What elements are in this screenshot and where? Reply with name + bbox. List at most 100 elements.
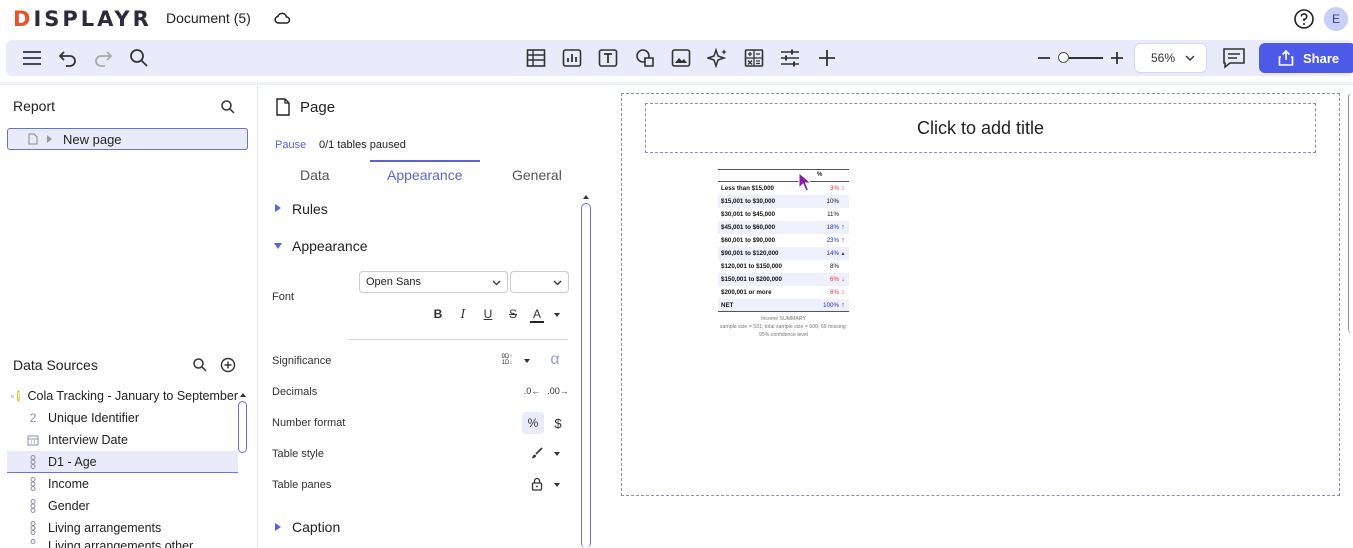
collapse-appearance-icon[interactable] xyxy=(274,243,282,249)
chevron-down-icon xyxy=(492,280,501,286)
share-button[interactable]: Share xyxy=(1259,43,1353,73)
lock-icon[interactable] xyxy=(531,477,543,491)
menu-icon[interactable] xyxy=(21,47,43,69)
table-style-chevron-icon[interactable] xyxy=(554,452,560,456)
data-sources-scrollbar[interactable] xyxy=(238,401,247,453)
expand-rules-icon[interactable] xyxy=(275,204,281,212)
table-row[interactable]: $30,001 to $45,000 11% xyxy=(718,208,849,221)
font-color-button[interactable]: A xyxy=(530,307,544,323)
text-box-icon[interactable] xyxy=(597,47,619,69)
redo-icon[interactable] xyxy=(92,47,114,69)
page-canvas[interactable]: Click to add title % Less than $15,000 3%… xyxy=(621,93,1340,496)
variable-income[interactable]: Income xyxy=(7,473,238,495)
italic-button[interactable]: I xyxy=(456,307,470,321)
user-avatar[interactable]: E xyxy=(1324,7,1348,31)
row-value: 11% xyxy=(827,211,839,218)
image-icon[interactable] xyxy=(670,47,692,69)
dataset-label: Cola Tracking - January to September xyxy=(27,389,238,403)
zoom-in-icon[interactable] xyxy=(1109,47,1125,69)
variable-unique-identifier[interactable]: 2 Unique Identifier xyxy=(7,407,238,429)
calculation-icon[interactable] xyxy=(743,47,765,69)
table-row[interactable]: $120,001 to $150,000 8% xyxy=(718,260,849,273)
tab-general[interactable]: General xyxy=(512,167,562,183)
title-placeholder[interactable]: Click to add title xyxy=(645,103,1316,153)
table-row[interactable]: $200,001 or more 6% ↓ xyxy=(718,286,849,299)
add-icon[interactable] xyxy=(816,47,838,69)
significance-format-icon[interactable]: 9D↑ 1D↓ xyxy=(500,353,514,367)
report-search-icon[interactable] xyxy=(220,99,236,115)
chart-icon[interactable] xyxy=(561,47,583,69)
down-arrow-icon: ↓ xyxy=(841,289,845,296)
sparkle-ai-icon[interactable] xyxy=(707,47,729,69)
section-rules[interactable]: Rules xyxy=(292,201,328,217)
help-icon[interactable] xyxy=(1293,8,1315,30)
variable-label: D1 - Age xyxy=(48,454,97,469)
zoom-level-select[interactable]: 56% xyxy=(1134,43,1207,73)
filter-sliders-icon[interactable] xyxy=(779,47,801,69)
row-label: $150,001 to $200,000 xyxy=(721,276,782,283)
alpha-icon[interactable]: α xyxy=(547,351,563,369)
font-size-select[interactable] xyxy=(510,271,569,293)
table-row[interactable]: $60,001 to $90,000 23% ↑ xyxy=(718,234,849,247)
section-appearance[interactable]: Appearance xyxy=(292,238,368,254)
undo-icon[interactable] xyxy=(57,47,79,69)
data-source-dataset[interactable]: ! Cola Tracking - January to September xyxy=(7,385,238,407)
displayr-logo[interactable]: D ISPLAYR xyxy=(13,7,152,31)
font-family-select[interactable]: Open Sans xyxy=(359,271,508,293)
currency-format-button[interactable]: $ xyxy=(552,415,564,431)
font-color-chevron-icon[interactable] xyxy=(554,313,560,317)
table-icon[interactable] xyxy=(525,47,547,69)
properties-scrollbar[interactable] xyxy=(581,203,591,548)
variable-living-arrangements[interactable]: Living arrangements xyxy=(7,517,238,539)
cloud-icon[interactable] xyxy=(273,10,291,26)
table-row[interactable]: $90,001 to $120,000 14% ▲ xyxy=(718,247,849,260)
row-value: 23% xyxy=(826,237,839,244)
table-row[interactable]: $45,001 to $60,000 18% ↑ xyxy=(718,221,849,234)
warning-icon[interactable]: ! xyxy=(17,390,21,402)
add-data-source-icon[interactable] xyxy=(220,357,236,373)
scroll-up-icon[interactable] xyxy=(240,393,246,397)
table-row[interactable]: Less than $15,000 3% ↓ xyxy=(718,182,849,195)
pause-link[interactable]: Pause xyxy=(275,139,306,151)
document-title[interactable]: Document (5) xyxy=(166,10,251,26)
left-panel: Report New page Data Sources ! Cola Trac… xyxy=(0,85,258,548)
table-row[interactable]: $15,001 to $30,000 10% xyxy=(718,195,849,208)
table-row[interactable]: $150,001 to $200,000 6% ↓ xyxy=(718,273,849,286)
percent-format-button[interactable]: % xyxy=(522,412,544,434)
variable-label: Living arrangements other xyxy=(48,539,194,548)
table-row-net[interactable]: NET 100% ↑ xyxy=(718,299,849,312)
zoom-slider-handle[interactable] xyxy=(1058,52,1069,63)
section-caption[interactable]: Caption xyxy=(292,519,340,535)
zoom-level-value: 56% xyxy=(1151,51,1176,65)
row-value: 3% xyxy=(830,185,839,192)
tab-appearance[interactable]: Appearance xyxy=(387,167,463,183)
significance-chevron-icon[interactable] xyxy=(524,359,530,363)
variable-living-arrangements-other[interactable]: Living arrangements other xyxy=(7,539,238,548)
decrease-decimals-icon[interactable]: .0← xyxy=(524,384,541,398)
report-page-item[interactable]: New page xyxy=(7,128,248,150)
variable-gender[interactable]: Gender xyxy=(7,495,238,517)
variable-interview-date[interactable]: Interview Date xyxy=(7,429,238,451)
strikethrough-button[interactable]: S xyxy=(506,307,520,321)
row-value: 6% xyxy=(830,276,839,283)
scroll-up-icon[interactable] xyxy=(583,195,589,199)
table-panes-chevron-icon[interactable] xyxy=(554,483,560,487)
search-icon[interactable] xyxy=(128,47,150,69)
row-value: 10% xyxy=(826,198,839,205)
footer-title: Income SUMMARY xyxy=(761,316,806,322)
increase-decimals-icon[interactable]: .00→ xyxy=(547,384,569,398)
shapes-icon[interactable] xyxy=(634,47,656,69)
font-divider xyxy=(348,339,568,340)
data-sources-search-icon[interactable] xyxy=(192,357,208,373)
expand-caption-icon[interactable] xyxy=(275,523,281,531)
comment-icon[interactable] xyxy=(1221,46,1247,70)
summary-table[interactable]: % Less than $15,000 3% ↓ $15,001 to $30,00… xyxy=(718,169,849,339)
tab-data[interactable]: Data xyxy=(300,167,330,183)
paintbrush-icon[interactable] xyxy=(530,446,544,460)
zoom-out-icon[interactable] xyxy=(1036,47,1052,69)
expand-triangle-icon[interactable] xyxy=(47,135,52,143)
right-panel-edge[interactable] xyxy=(1348,93,1353,333)
underline-button[interactable]: U xyxy=(481,307,495,321)
variable-d1-age[interactable]: D1 - Age xyxy=(7,451,238,473)
bold-button[interactable]: B xyxy=(431,307,445,321)
